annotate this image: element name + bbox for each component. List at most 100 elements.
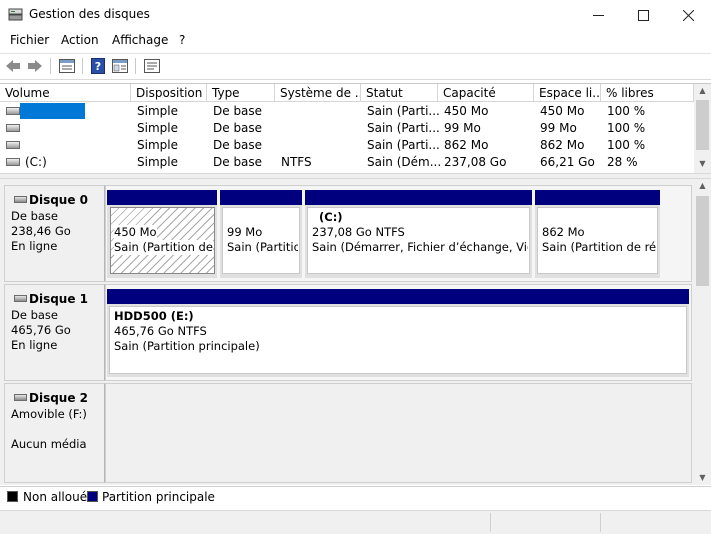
cell-type: De base: [213, 121, 263, 135]
properties-button[interactable]: [143, 57, 161, 75]
svg-text:?: ?: [95, 60, 101, 73]
volume-list-icon: [59, 59, 75, 73]
properties-icon: [144, 59, 160, 73]
column-header-type[interactable]: Type: [207, 84, 275, 102]
back-button[interactable]: [4, 57, 22, 75]
volume-icon: [6, 107, 20, 115]
volume-icon: [6, 124, 20, 132]
menu-affichage[interactable]: Affichage: [112, 33, 168, 47]
partition-bar: [220, 190, 302, 205]
partition-bar: [305, 190, 532, 205]
console-tree-button[interactable]: [111, 57, 129, 75]
partition-bar: [107, 289, 689, 304]
partition-2-label: (C:): [319, 210, 343, 224]
volume-icon: [6, 141, 20, 149]
disk-0-name: Disque 0: [29, 193, 89, 207]
disk-icon: [14, 196, 27, 203]
cell-disposition: Simple: [137, 155, 178, 169]
partition-1-size: 99 Mo: [227, 225, 263, 239]
menu-fichier[interactable]: Fichier: [10, 33, 49, 47]
cell-pct-libres: 28 %: [607, 155, 638, 169]
volume-icon: [6, 158, 20, 166]
disk-1-status: En ligne: [11, 338, 58, 352]
scroll-up-icon[interactable]: ▲: [694, 86, 711, 95]
partition-0-status: Sain (Partition de r: [114, 240, 213, 255]
partition-2-size: 237,08 Go NTFS: [312, 225, 405, 239]
maximize-button[interactable]: [620, 0, 666, 30]
column-header-filesystem[interactable]: Système de ...: [275, 84, 361, 102]
partition-3-size: 862 Mo: [542, 225, 585, 239]
column-header-volume[interactable]: Volume: [0, 84, 131, 102]
menu-bar: [0, 30, 711, 52]
scroll-down-icon[interactable]: ▼: [694, 473, 711, 482]
scroll-up-icon[interactable]: ▲: [694, 181, 711, 190]
disk-management-icon: [8, 7, 23, 22]
disk-2-partitions-area: [105, 383, 692, 483]
forward-arrow-icon: [28, 60, 42, 72]
cell-capacite: 862 Mo: [444, 138, 489, 152]
disk-0-status: En ligne: [11, 239, 58, 253]
cell-statut: Sain (Parti...: [367, 104, 440, 118]
cell-espace-libre: 66,21 Go: [540, 155, 595, 169]
legend-label-primary: Partition principale: [102, 490, 215, 504]
table-row[interactable]: [0, 120, 694, 137]
maximize-icon: [637, 9, 649, 21]
cell-volume: (C:): [25, 155, 47, 169]
legend-swatch-primary: [87, 491, 98, 502]
status-separator: [490, 513, 491, 532]
partition-bar: [107, 190, 217, 205]
back-arrow-icon: [6, 60, 20, 72]
partition-bar: [535, 190, 660, 205]
disk-view-scroll-thumb[interactable]: [696, 196, 709, 286]
cell-statut: Sain (Parti...: [367, 138, 440, 152]
column-header-capacite[interactable]: Capacité: [438, 84, 534, 102]
cell-espace-libre: 450 Mo: [540, 104, 585, 118]
legend-label-unallocated: Non alloué: [23, 490, 88, 504]
cell-pct-libres: 100 %: [607, 121, 646, 135]
cell-pct-libres: 100 %: [607, 138, 646, 152]
table-row[interactable]: [0, 137, 694, 154]
console-tree-icon: [112, 59, 128, 73]
disk-0-size: 238,46 Go: [11, 224, 71, 238]
volume-list-scroll-thumb[interactable]: [696, 100, 709, 150]
partition-e-size: 465,76 Go NTFS: [114, 324, 207, 338]
disk-0-type: De base: [11, 209, 58, 223]
close-icon: [682, 9, 694, 21]
cell-espace-libre: 99 Mo: [540, 121, 577, 135]
table-row[interactable]: [0, 103, 694, 120]
cell-capacite: 99 Mo: [444, 121, 481, 135]
cell-statut: Sain (Parti...: [367, 121, 440, 135]
window-title: Gestion des disques: [29, 7, 150, 21]
forward-button[interactable]: [26, 57, 44, 75]
cell-type: De base: [213, 104, 263, 118]
column-header-espace-libre[interactable]: Espace li...: [534, 84, 601, 102]
cell-type: De base: [213, 138, 263, 152]
close-button[interactable]: [665, 0, 711, 30]
status-bar: [0, 510, 711, 534]
cell-capacite: 450 Mo: [444, 104, 489, 118]
cell-disposition: Simple: [137, 104, 178, 118]
cell-filesystem: NTFS: [281, 155, 312, 169]
cell-statut: Sain (Dém...: [367, 155, 442, 169]
disk-1-size: 465,76 Go: [11, 323, 71, 337]
cell-type: De base: [213, 155, 263, 169]
partition-e-label: HDD500 (E:): [114, 309, 194, 323]
scroll-down-icon[interactable]: ▼: [694, 159, 711, 168]
partition-0-size: 450 Mo: [114, 225, 157, 240]
minimize-button[interactable]: [575, 0, 621, 30]
partition-3-status: Sain (Partition de récu: [542, 240, 656, 254]
cell-pct-libres: 100 %: [607, 104, 646, 118]
column-header-pct-libres[interactable]: % libres: [601, 84, 694, 102]
cell-disposition: Simple: [137, 138, 178, 152]
cell-disposition: Simple: [137, 121, 178, 135]
menu-action[interactable]: Action: [61, 33, 99, 47]
toolbar-separator: [82, 58, 83, 74]
partition-1-status: Sain (Partitio: [227, 240, 298, 254]
disk-2-type: Amovible (F:): [11, 407, 87, 421]
help-button[interactable]: ?: [89, 57, 107, 75]
volume-list-button[interactable]: [58, 57, 76, 75]
column-header-disposition[interactable]: Disposition: [131, 84, 207, 102]
menu-help[interactable]: ?: [179, 33, 185, 47]
column-header-statut[interactable]: Statut: [361, 84, 438, 102]
disk-2-status: Aucun média: [11, 437, 87, 451]
